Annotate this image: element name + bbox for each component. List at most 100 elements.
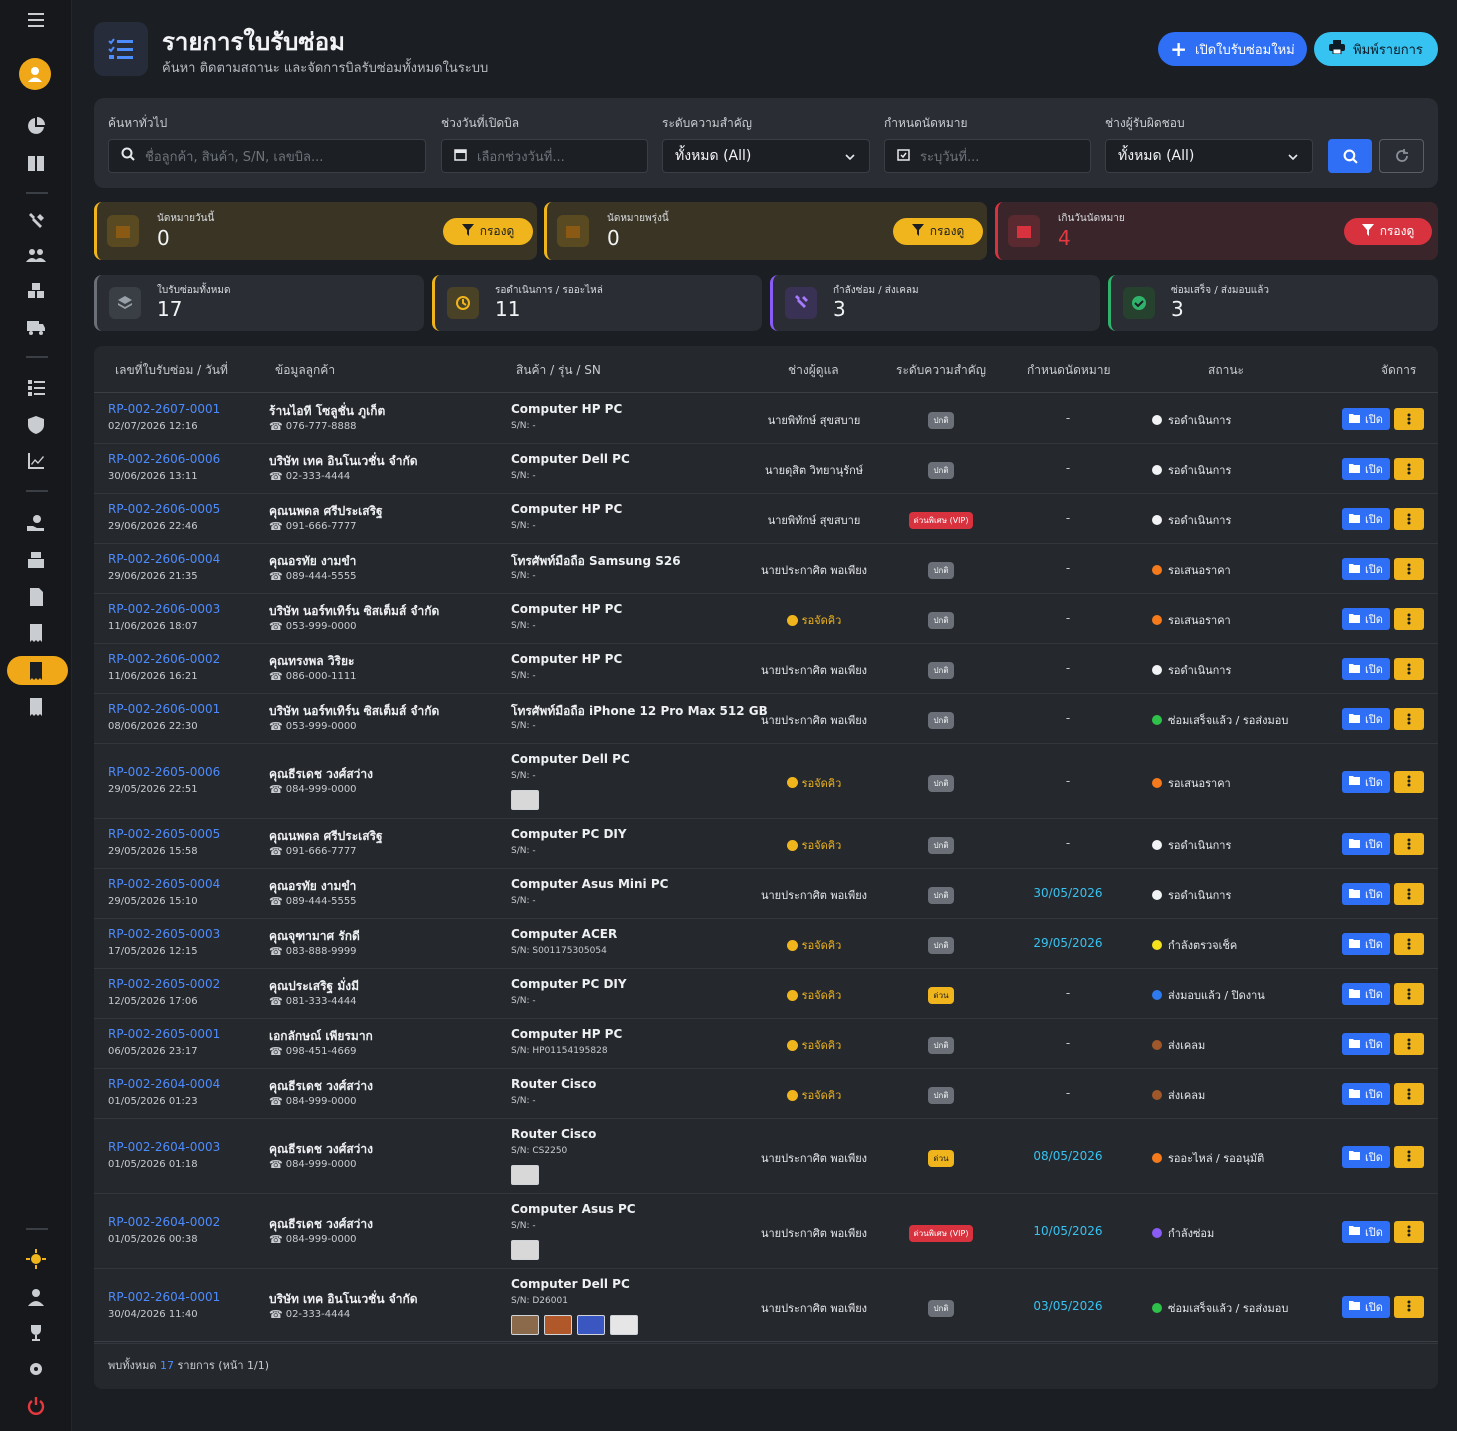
more-options-button[interactable] [1394,608,1424,630]
more-options-button[interactable] [1394,1220,1424,1243]
product-thumbnail[interactable] [511,1315,539,1335]
repair-id-link[interactable]: RP-002-2605-0005 [108,827,220,841]
book-icon[interactable] [24,151,48,175]
open-button[interactable]: เปิด [1342,458,1390,480]
repair-id-link[interactable]: RP-002-2605-0004 [108,877,220,891]
more-options-button[interactable] [1394,883,1424,905]
repair-id-link[interactable]: RP-002-2604-0003 [108,1140,220,1154]
menu-icon[interactable] [24,8,48,32]
open-button[interactable]: เปิด [1342,408,1390,430]
open-button[interactable]: เปิด [1342,933,1390,955]
search-input[interactable]: ชื่อลูกค้า, สินค้า, S/N, เลขบิล... [108,139,426,173]
new-repair-button[interactable]: + เปิดใบรับซ่อมใหม่ [1158,32,1307,66]
filter-today-button[interactable]: กรองดู [443,218,533,245]
product-thumbnail[interactable] [511,1165,539,1185]
repair-id-link[interactable]: RP-002-2606-0003 [108,602,220,616]
repair-id-link[interactable]: RP-002-2604-0001 [108,1290,220,1304]
appointment-input[interactable]: ระบุวันที่... [884,139,1091,173]
open-button[interactable]: เปิด [1342,983,1390,1005]
product-thumbnail[interactable] [544,1315,572,1335]
sun-gear-icon[interactable] [24,1247,48,1271]
truck-icon[interactable] [24,315,48,339]
more-options-button[interactable] [1394,833,1424,855]
open-button[interactable]: เปิด [1342,608,1390,630]
product-thumbnail[interactable] [511,1240,539,1260]
receipt-list-icon[interactable] [24,695,48,719]
open-button[interactable]: เปิด [1342,1220,1390,1243]
repair-id-link[interactable]: RP-002-2606-0002 [108,652,220,666]
product-name: Computer ACER [511,927,618,941]
open-button[interactable]: เปิด [1342,1145,1390,1168]
more-options-button[interactable] [1394,558,1424,580]
open-button[interactable]: เปิด [1342,770,1390,793]
print-list-button[interactable]: พิมพ์รายการ [1314,32,1438,66]
cash-register-icon[interactable] [24,548,48,572]
repair-id-link[interactable]: RP-002-2605-0003 [108,927,220,941]
product-thumbnail[interactable] [511,790,539,810]
receipt-icon[interactable] [24,621,48,645]
open-button[interactable]: เปิด [1342,1295,1390,1318]
more-options-button[interactable] [1394,1295,1424,1318]
more-options-button[interactable] [1394,933,1424,955]
more-options-button[interactable] [1394,1145,1424,1168]
shield-icon[interactable] [24,413,48,437]
repair-id-link[interactable]: RP-002-2604-0004 [108,1077,220,1091]
power-icon[interactable] [24,1394,48,1418]
more-options-button[interactable] [1394,408,1424,430]
reset-button[interactable] [1379,139,1424,173]
avatar[interactable] [19,58,51,90]
repair-id-link[interactable]: RP-002-2607-0001 [108,402,220,416]
priority-badge: ปกติ [928,1299,954,1317]
open-button[interactable]: เปิด [1342,1083,1390,1105]
chart-pie-icon[interactable] [24,114,48,138]
status-dot-icon [1152,777,1162,788]
repair-id-link[interactable]: RP-002-2605-0002 [108,977,220,991]
open-button[interactable]: เปิด [1342,558,1390,580]
filter-tomorrow-button[interactable]: กรองดู [893,218,983,245]
open-button[interactable]: เปิด [1342,658,1390,680]
open-button[interactable]: เปิด [1342,708,1390,730]
priority-cell: ปกติ [891,662,991,679]
more-options-button[interactable] [1394,1033,1424,1055]
repair-id-link[interactable]: RP-002-2606-0005 [108,502,220,516]
priority-cell: ด่วนพิเศษ (VIP) [891,1224,991,1242]
repair-id-link[interactable]: RP-002-2605-0006 [108,765,220,779]
gear-icon[interactable] [24,1357,48,1381]
receipt-active-icon[interactable] [24,659,48,683]
filter-overdue-button[interactable]: กรองดู [1344,218,1432,245]
open-button[interactable]: เปิด [1342,833,1390,855]
chart-line-icon[interactable] [24,449,48,473]
table-row: RP-002-2604-0004 01/05/2026 01:23 คุณธีรเด… [94,1069,1438,1119]
list-check-icon[interactable] [24,376,48,400]
trophy-icon[interactable] [24,1321,48,1345]
repair-id-link[interactable]: RP-002-2606-0006 [108,452,220,466]
more-options-button[interactable] [1394,770,1424,793]
repair-id-link[interactable]: RP-002-2604-0002 [108,1215,220,1229]
priority-select[interactable]: ทั้งหมด (All) [662,139,870,173]
more-options-button[interactable] [1394,1083,1424,1105]
product-thumbnail[interactable] [577,1315,605,1335]
technician-select[interactable]: ทั้งหมด (All) [1105,139,1313,173]
repair-id-link[interactable]: RP-002-2606-0004 [108,552,220,566]
user-tie-icon[interactable] [24,1285,48,1309]
more-options-button[interactable] [1394,508,1424,530]
more-options-button[interactable] [1394,658,1424,680]
hand-coin-icon[interactable] [24,511,48,535]
product-thumbnail[interactable] [610,1315,638,1335]
stat-pending: รอดำเนินการ / รออะไหล่ 11 [432,275,762,331]
more-options-button[interactable] [1394,458,1424,480]
date-range-input[interactable]: เลือกช่วงวันที่... [441,139,648,173]
repair-id-link[interactable]: RP-002-2606-0001 [108,702,220,716]
invoice-dollar-icon[interactable] [24,585,48,609]
more-options-button[interactable] [1394,983,1424,1005]
more-options-button[interactable] [1394,708,1424,730]
boxes-icon[interactable] [24,279,48,303]
search-button[interactable] [1328,139,1372,173]
users-icon[interactable] [24,243,48,267]
repair-id-link[interactable]: RP-002-2605-0001 [108,1027,220,1041]
tools-icon[interactable] [24,210,48,234]
open-button[interactable]: เปิด [1342,1033,1390,1055]
open-button[interactable]: เปิด [1342,508,1390,530]
customer-phone: ☎ 081-333-4444 [269,995,357,1008]
open-button[interactable]: เปิด [1342,883,1390,905]
